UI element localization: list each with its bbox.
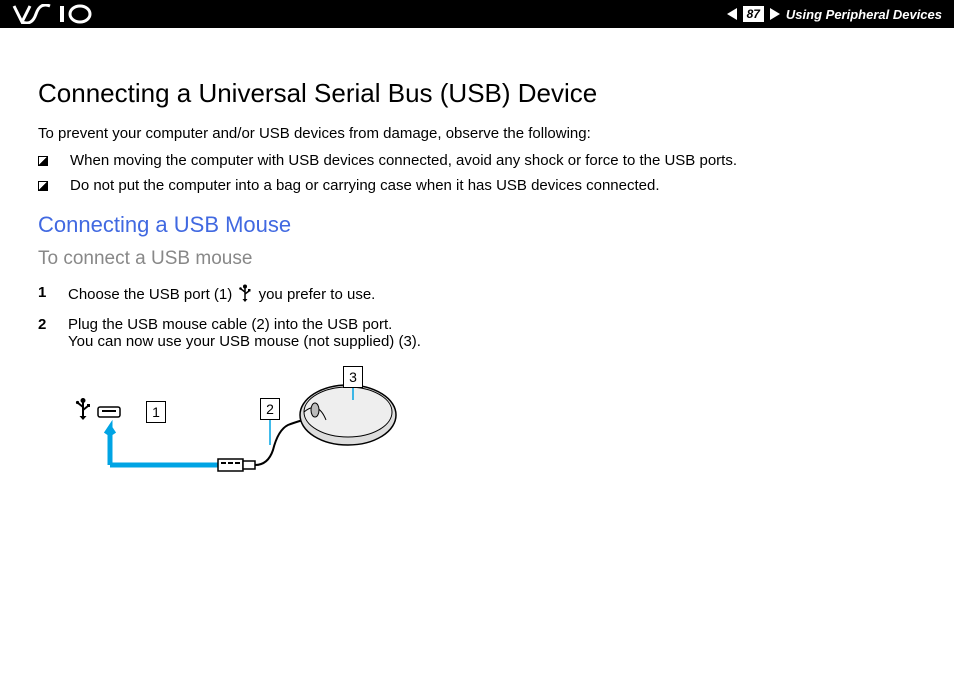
step-number: 1 (38, 284, 68, 301)
bullet-icon (38, 156, 48, 166)
step-item: 1 Choose the USB port (1) you prefer to … (38, 284, 916, 306)
callout-2: 2 (260, 398, 280, 420)
numbered-list: 1 Choose the USB port (1) you prefer to … (38, 284, 916, 350)
bullet-list: When moving the computer with USB device… (38, 152, 916, 194)
page-number: 87 (743, 6, 764, 22)
vaio-logo (12, 4, 112, 24)
bullet-icon (38, 181, 48, 191)
step-item: 2 Plug the USB mouse cable (2) into the … (38, 316, 916, 350)
usb-icon (238, 284, 252, 306)
usb-mouse-diagram: 1 2 3 (68, 370, 418, 500)
step-text: Choose the USB port (1) you prefer to us… (68, 284, 375, 306)
bullet-text: When moving the computer with USB device… (70, 152, 737, 169)
callout-3: 3 (343, 366, 363, 388)
header-bar: 87 Using Peripheral Devices (0, 0, 954, 28)
bullet-item: When moving the computer with USB device… (38, 152, 916, 169)
intro-text: To prevent your computer and/or USB devi… (38, 125, 916, 142)
bullet-text: Do not put the computer into a bag or ca… (70, 177, 660, 194)
sub-heading-blue: Connecting a USB Mouse (38, 212, 916, 238)
sub-heading-gray: To connect a USB mouse (38, 248, 916, 270)
nav-next-icon[interactable] (770, 8, 780, 20)
nav-prev-icon[interactable] (727, 8, 737, 20)
step-number: 2 (38, 316, 68, 333)
header-nav: 87 Using Peripheral Devices (727, 6, 942, 22)
bullet-item: Do not put the computer into a bag or ca… (38, 177, 916, 194)
header-title: Using Peripheral Devices (786, 7, 942, 22)
callout-1: 1 (146, 401, 166, 423)
step-text: Plug the USB mouse cable (2) into the US… (68, 316, 421, 350)
content-area: Connecting a Universal Serial Bus (USB) … (0, 28, 954, 500)
main-heading: Connecting a Universal Serial Bus (USB) … (38, 78, 916, 109)
